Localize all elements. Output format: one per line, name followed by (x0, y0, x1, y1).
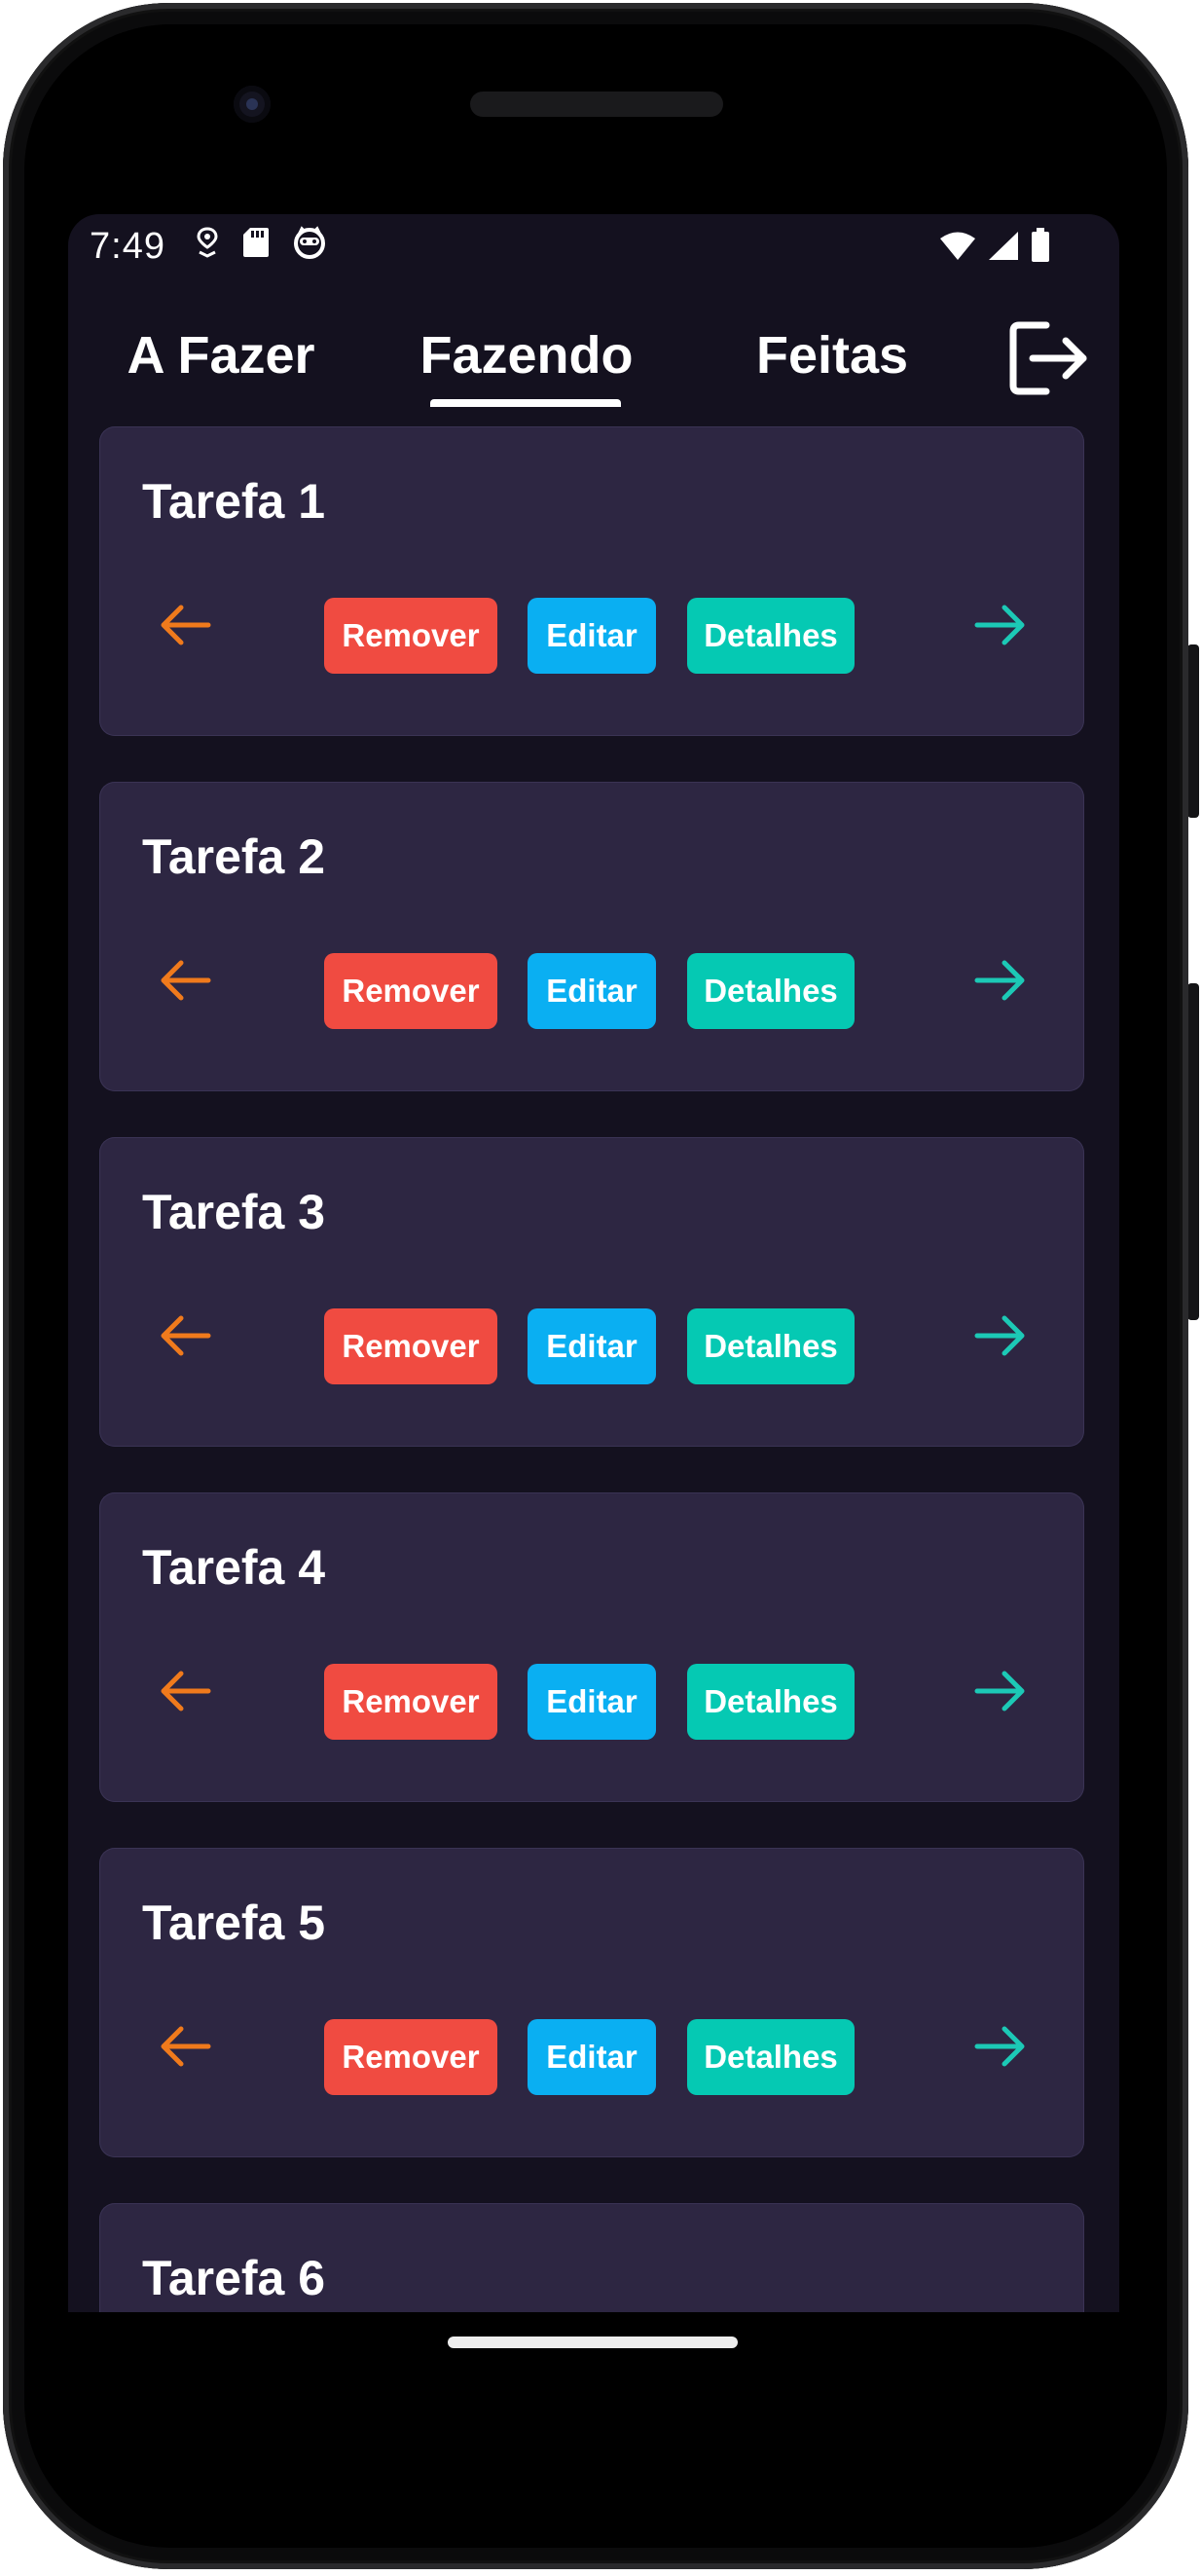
task-card: Tarefa 2 Remover Editar Detalhes (99, 782, 1084, 1091)
home-indicator[interactable] (448, 2337, 738, 2348)
task-title: Tarefa 6 (142, 2251, 326, 2305)
remove-button[interactable]: Remover (324, 2019, 497, 2095)
tab-label: Feitas (755, 326, 909, 385)
arrow-left-icon[interactable] (158, 1308, 212, 1363)
tab-feitas[interactable]: Feitas (679, 302, 985, 409)
cell-signal-icon (989, 232, 1018, 260)
status-icons-right (938, 228, 1051, 263)
arrow-left-icon[interactable] (158, 1664, 212, 1718)
remove-button[interactable]: Remover (324, 953, 497, 1029)
details-button[interactable]: Detalhes (687, 953, 855, 1029)
arrow-right-icon[interactable] (973, 2019, 1028, 2074)
task-card: Tarefa 5 Remover Editar Detalhes (99, 1848, 1084, 2157)
status-time: 7:49 (90, 226, 165, 267)
edit-button[interactable]: Editar (528, 1664, 656, 1740)
task-title: Tarefa 5 (142, 1895, 326, 1950)
tab-bar: A Fazer Fazendo Feitas (68, 302, 1119, 419)
front-camera (234, 86, 271, 123)
task-title: Tarefa 4 (142, 1540, 326, 1595)
remove-button[interactable]: Remover (324, 1308, 497, 1384)
tab-label: A Fazer (127, 326, 315, 385)
arrow-right-icon[interactable] (973, 1664, 1028, 1718)
volume-button (1187, 983, 1199, 1320)
task-card: Tarefa 1 Remover Editar Detalhes (99, 426, 1084, 736)
remove-button[interactable]: Remover (324, 1664, 497, 1740)
details-button[interactable]: Detalhes (687, 1664, 855, 1740)
task-card: Tarefa 4 Remover Editar Detalhes (99, 1492, 1084, 1802)
arrow-left-icon[interactable] (158, 2019, 212, 2074)
app-screen: 7:49 A Fazer Fazendo Feitas Tarefa 1 Rem… (68, 214, 1119, 2312)
edit-button[interactable]: Editar (528, 598, 656, 674)
edit-button[interactable]: Editar (528, 953, 656, 1029)
details-button[interactable]: Detalhes (687, 1308, 855, 1384)
details-button[interactable]: Detalhes (687, 2019, 855, 2095)
task-card: Tarefa 6 (99, 2203, 1084, 2312)
task-title: Tarefa 3 (142, 1185, 326, 1239)
arrow-left-icon[interactable] (158, 953, 212, 1008)
logout-button[interactable] (1007, 319, 1091, 397)
wifi-icon (940, 232, 975, 260)
sd-card-icon (243, 228, 269, 257)
task-title: Tarefa 1 (142, 474, 326, 529)
edit-button[interactable]: Editar (528, 2019, 656, 2095)
arrow-left-icon[interactable] (158, 598, 212, 652)
tab-fazendo[interactable]: Fazendo (374, 302, 679, 409)
arrow-right-icon[interactable] (973, 953, 1028, 1008)
earpiece-speaker (470, 92, 723, 117)
tab-a-fazer[interactable]: A Fazer (68, 302, 374, 409)
cat-face-icon (294, 226, 325, 259)
edit-button[interactable]: Editar (528, 1308, 656, 1384)
logout-icon (1009, 321, 1087, 395)
location-pin-icon (197, 227, 218, 258)
arrow-right-icon[interactable] (973, 598, 1028, 652)
task-title: Tarefa 2 (142, 829, 326, 884)
arrow-right-icon[interactable] (973, 1308, 1028, 1363)
remove-button[interactable]: Remover (324, 598, 497, 674)
tab-label: Fazendo (419, 326, 634, 385)
active-tab-indicator (430, 399, 621, 407)
status-bar: 7:49 (68, 214, 1119, 276)
device-frame: 7:49 A Fazer Fazendo Feitas Tarefa 1 Rem… (0, 0, 1202, 2576)
power-button (1187, 644, 1199, 818)
battery-icon (1032, 228, 1049, 262)
status-icons-left (195, 226, 327, 259)
task-card: Tarefa 3 Remover Editar Detalhes (99, 1137, 1084, 1447)
details-button[interactable]: Detalhes (687, 598, 855, 674)
